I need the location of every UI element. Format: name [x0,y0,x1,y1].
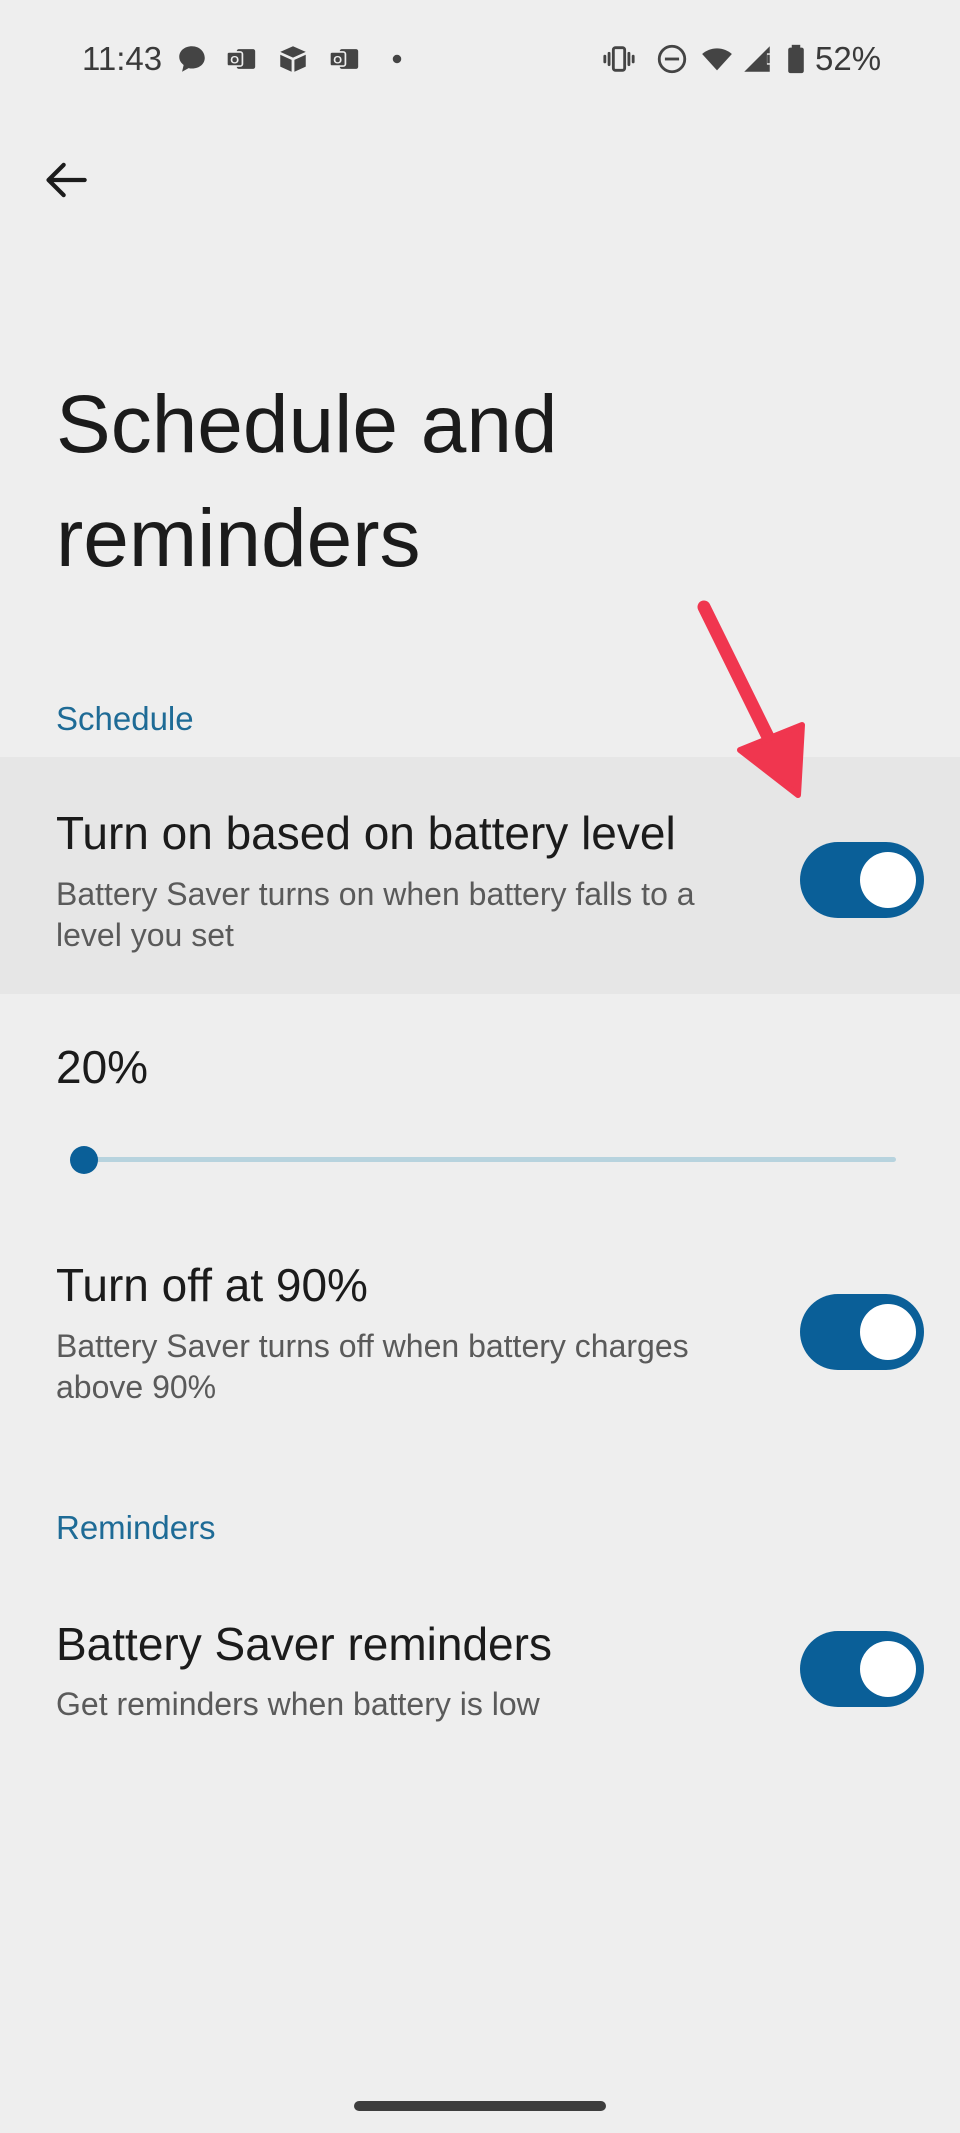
battery-icon [788,44,804,74]
svg-text:O: O [333,55,342,67]
do-not-disturb-icon [657,44,687,74]
svg-text:O: O [230,55,239,67]
arrow-back-icon [46,162,87,198]
wifi-icon [702,48,732,71]
battery-level-value: 20% [56,1041,149,1093]
status-bar: 11:43 O O 52% [0,0,960,120]
battery-level-toggle[interactable] [800,842,924,918]
slider-thumb[interactable] [70,1146,98,1174]
toggle-thumb [860,1641,916,1697]
status-time: 11:43 [82,40,163,77]
battery-percentage: 52% [815,40,882,77]
package-icon [280,46,306,72]
battery-level-setting-summary: Battery Saver turns on when battery fall… [56,876,695,953]
turn-off-setting-title: Turn off at 90% [56,1259,368,1311]
battery-level-slider[interactable] [70,1140,896,1180]
signal-icon [744,46,771,72]
slider-track [84,1157,896,1162]
back-button[interactable] [38,152,94,208]
reminders-setting-title: Battery Saver reminders [56,1618,552,1670]
reminders-setting-summary: Get reminders when battery is low [56,1686,540,1722]
turn-off-toggle[interactable] [800,1294,924,1370]
outlook-icon: O [225,49,256,69]
toggle-thumb [860,852,916,908]
battery-level-setting-title: Turn on based on battery level [56,807,676,859]
annotation-arrow-icon [697,600,805,798]
gesture-navigation-bar[interactable] [354,2101,606,2111]
vibrate-icon [603,46,635,72]
dot-icon [392,54,402,64]
chat-bubble-icon [179,46,205,72]
screen: 11:43 O O 52% Schedule and reminders Sch… [0,0,960,2133]
turn-off-setting-summary: Battery Saver turns off when battery cha… [56,1328,689,1405]
section-header-reminders: Reminders [56,1509,216,1546]
section-header-schedule: Schedule [56,700,194,737]
outlook-icon-2: O [328,49,359,69]
reminders-toggle[interactable] [800,1631,924,1707]
page-title: Schedule and reminders [56,379,558,584]
toggle-thumb [860,1304,916,1360]
